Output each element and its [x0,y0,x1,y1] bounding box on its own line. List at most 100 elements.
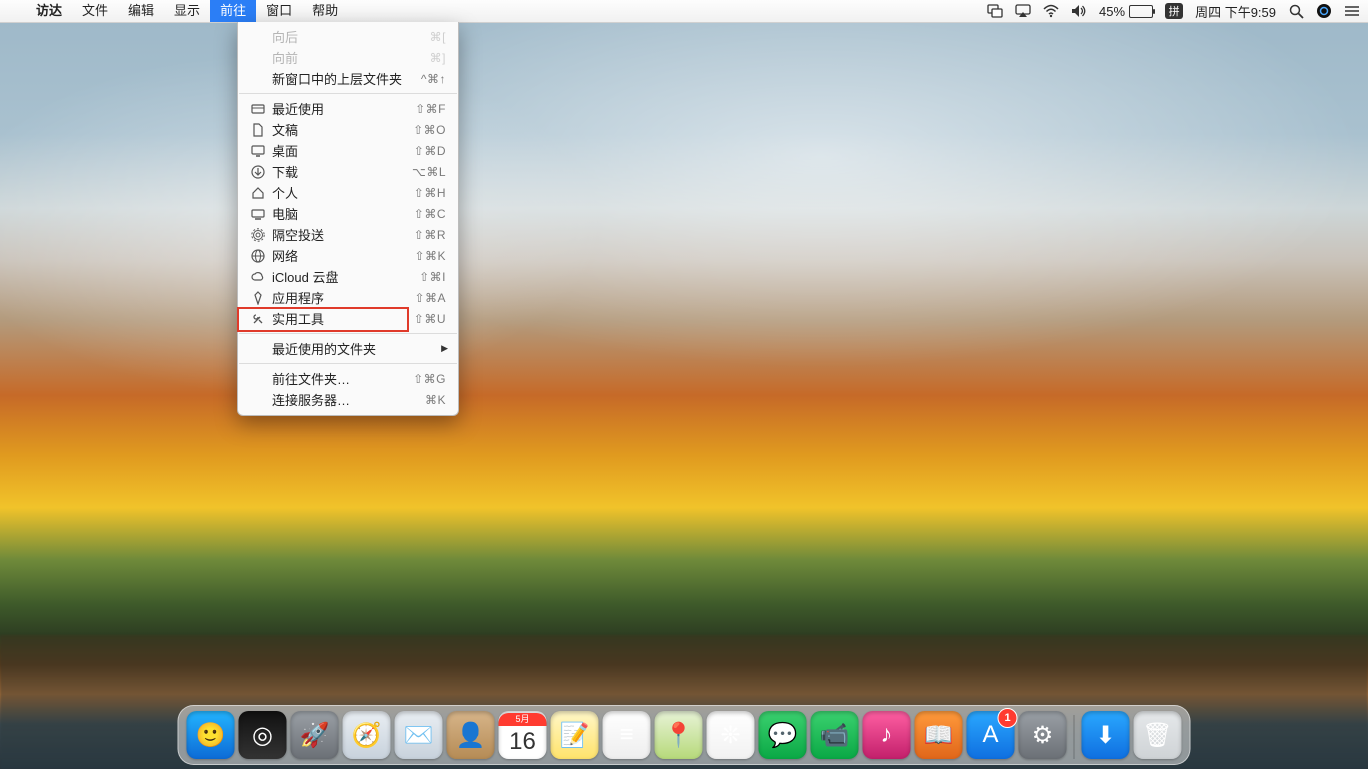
menu-item-网络[interactable]: 网络 ⇧⌘K [238,245,458,266]
dock-safari[interactable]: 🧭 [343,711,391,759]
siri-icon[interactable] [1316,3,1332,19]
utilities-icon [250,311,266,327]
menu-前往[interactable]: 前往 [210,0,256,22]
battery-status[interactable]: 45% [1099,4,1153,19]
dock-reminders[interactable]: ≡ [603,711,651,759]
apple-menu[interactable] [0,0,26,22]
menu-item-连接服务器…[interactable]: 连接服务器…⌘K [238,389,458,410]
airplay-icon[interactable] [1015,3,1031,19]
dock-mail[interactable]: ✉️ [395,711,443,759]
input-method-indicator[interactable]: 拼 [1165,3,1183,19]
menu-item-最近使用的文件夹[interactable]: 最近使用的文件夹 [238,338,458,359]
screen-mirroring-icon[interactable] [987,3,1003,19]
dock-siri[interactable]: ◎ [239,711,287,759]
menu-item-shortcut: ⇧⌘U [414,312,446,326]
menu-separator [239,363,457,364]
menu-item-shortcut: ⌘[ [430,30,446,44]
menu-item-label: 实用工具 [272,309,406,328]
menu-item-shortcut: ⇧⌘C [414,207,446,221]
menu-文件[interactable]: 文件 [72,0,118,22]
dock: 🙂◎🚀🧭✉️👤5月16📝≡📍❊💬📹♪📖A1⚙⬇🗑 [178,705,1191,765]
calendar-month-label: 5月 [499,713,547,726]
menu-item-label: 电脑 [272,204,406,223]
menu-item-应用程序[interactable]: 应用程序 ⇧⌘A [238,287,458,308]
menu-item-前往文件夹…[interactable]: 前往文件夹… ⇧⌘G [238,368,458,389]
menu-item-实用工具[interactable]: 实用工具 ⇧⌘U [238,308,458,329]
dock-notes[interactable]: 📝 [551,711,599,759]
menu-item-label: 最近使用的文件夹 [272,339,446,358]
menu-item-shortcut: ⇧⌘O [413,123,446,137]
dock-downloads-stack[interactable]: ⬇ [1082,711,1130,759]
menu-item-label: 桌面 [272,141,406,160]
dock-appstore[interactable]: A1 [967,711,1015,759]
desktop-wallpaper [0,22,1368,769]
dock-messages[interactable]: 💬 [759,711,807,759]
menu-item-label: 下载 [272,162,404,181]
dock-launchpad[interactable]: 🚀 [291,711,339,759]
dock-itunes[interactable]: ♪ [863,711,911,759]
menu-item-shortcut: ⇧⌘K [414,249,446,263]
appstore-badge: 1 [998,708,1018,728]
dock-trash[interactable]: 🗑 [1134,711,1182,759]
menu-item-label: 连接服务器… [272,390,417,409]
menu-帮助[interactable]: 帮助 [302,0,348,22]
notification-center-icon[interactable] [1344,3,1360,19]
app-menu[interactable]: 访达 [26,0,72,22]
airdrop-icon [250,227,266,243]
dock-ibooks[interactable]: 📖 [915,711,963,759]
dock-contacts[interactable]: 👤 [447,711,495,759]
desktop-icon [250,143,266,159]
menu-separator [239,333,457,334]
menu-item-shortcut: ^⌘↑ [421,72,446,86]
menu-item-label: 最近使用 [272,99,407,118]
menu-编辑[interactable]: 编辑 [118,0,164,22]
home-icon [250,185,266,201]
menu-item-label: 个人 [272,183,406,202]
menu-item-label: 网络 [272,246,406,265]
dock-finder[interactable]: 🙂 [187,711,235,759]
menu-显示[interactable]: 显示 [164,0,210,22]
menu-item-label: 前往文件夹… [272,369,405,388]
menu-item-个人[interactable]: 个人 ⇧⌘H [238,182,458,203]
menu-item-label: 新窗口中的上层文件夹 [272,69,413,88]
menu-item-最近使用[interactable]: 最近使用 ⇧⌘F [238,98,458,119]
menu-item-shortcut: ⇧⌘G [413,372,446,386]
recents-icon [250,101,266,117]
dock-maps[interactable]: 📍 [655,711,703,759]
menu-item-新窗口中的上层文件夹[interactable]: 新窗口中的上层文件夹 ^⌘↑ [238,68,458,89]
menu-item-shortcut: ⌘] [430,51,446,65]
menu-item-label: 应用程序 [272,288,406,307]
menu-item-shortcut: ⇧⌘A [414,291,446,305]
menu-item-iCloud 云盘[interactable]: iCloud 云盘⇧⌘I [238,266,458,287]
computer-icon [250,206,266,222]
dock-calendar[interactable]: 5月16 [499,711,547,759]
menu-item-shortcut: ⇧⌘I [419,270,446,284]
menu-item-文稿[interactable]: 文稿 ⇧⌘O [238,119,458,140]
wifi-icon[interactable] [1043,3,1059,19]
network-icon [250,248,266,264]
menu-item-shortcut: ⇧⌘R [414,228,446,242]
menu-separator [239,93,457,94]
applications-icon [250,290,266,306]
menu-item-shortcut: ⇧⌘F [415,102,446,116]
menu-item-shortcut: ⇧⌘H [414,186,446,200]
menu-item-下载[interactable]: 下载⌥⌘L [238,161,458,182]
menu-item-shortcut: ⇧⌘D [414,144,446,158]
battery-percent-label: 45% [1099,4,1125,19]
menu-item-向后: 向后 ⌘[ [238,26,458,47]
menu-窗口[interactable]: 窗口 [256,0,302,22]
menu-item-向前: 向前 ⌘] [238,47,458,68]
dock-facetime[interactable]: 📹 [811,711,859,759]
dock-preferences[interactable]: ⚙ [1019,711,1067,759]
calendar-day-label: 16 [509,726,536,758]
menu-item-桌面[interactable]: 桌面 ⇧⌘D [238,140,458,161]
dock-photos[interactable]: ❊ [707,711,755,759]
menu-item-label: 向后 [272,27,422,46]
clock[interactable]: 周四 下午9:59 [1195,2,1276,21]
volume-icon[interactable] [1071,3,1087,19]
menu-item-label: 文稿 [272,120,405,139]
menu-item-隔空投送[interactable]: 隔空投送⇧⌘R [238,224,458,245]
menu-item-label: 向前 [272,48,422,67]
spotlight-icon[interactable] [1288,3,1304,19]
menu-item-电脑[interactable]: 电脑 ⇧⌘C [238,203,458,224]
